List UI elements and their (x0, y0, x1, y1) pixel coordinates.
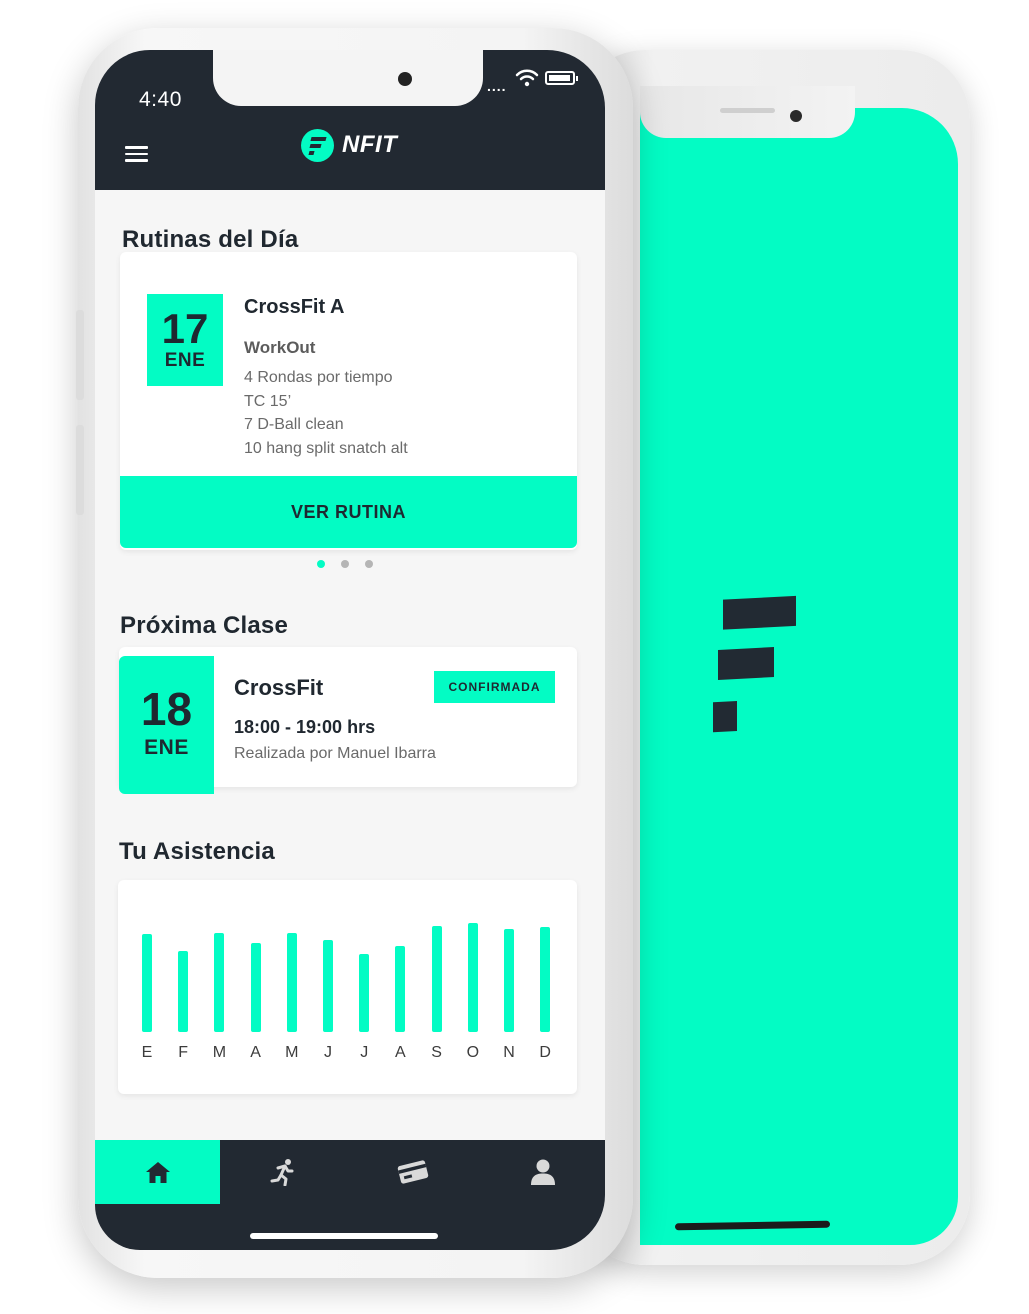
home-icon (145, 1162, 170, 1183)
nav-home[interactable] (95, 1140, 220, 1204)
attendance-title: Tu Asistencia (119, 838, 275, 865)
carousel-pager (317, 560, 373, 568)
attendance-bar (359, 953, 370, 1032)
routine-line: 7 D-Ball clean (244, 416, 344, 433)
month-label: E (141, 1044, 153, 1061)
nfit-brand-icon (301, 128, 334, 162)
next-class-title: Próxima Clase (120, 612, 289, 639)
class-month: ENE (144, 736, 189, 759)
attendance-bar (214, 933, 225, 1032)
nfit-logo-icon (705, 587, 805, 742)
nav-payments[interactable] (350, 1140, 475, 1204)
routine-line: TC 15’ (244, 392, 292, 410)
attendance-bar (504, 929, 514, 1032)
home-indicator (250, 1233, 438, 1239)
routine-line: 4 Rondas por tiempo (244, 369, 393, 386)
front-camera (398, 72, 412, 86)
attendance-bar (467, 923, 478, 1032)
next-class-card[interactable]: 18 ENE CrossFit CONFIRMADA 18:00 - 19:00… (119, 647, 577, 794)
status-time: 4:40 (139, 88, 182, 111)
routines-title: Rutinas del Día (122, 226, 299, 253)
running-icon (270, 1159, 293, 1186)
class-instructor: Realizada por Manuel Ibarra (234, 745, 436, 762)
month-label: N (503, 1044, 515, 1061)
attendance-bar (431, 926, 442, 1032)
back-phone-speaker (720, 108, 775, 113)
app-screen: 4:40 .... NFIT Rutinas del Día 17 ENE Cr… (95, 50, 605, 1250)
pager-dot[interactable] (365, 560, 373, 568)
volume-up-button (76, 310, 84, 400)
month-label: M (285, 1044, 299, 1061)
brand-name: NFIT (342, 131, 398, 158)
brand-logo: NFIT (301, 128, 397, 162)
routine-description: 4 Rondas por tiempo TC 15’ 7 D-Ball clea… (244, 366, 408, 460)
attendance-bars: EFMAMJJASOND (142, 920, 562, 1061)
hamburger-menu-icon[interactable] (125, 146, 148, 162)
month-label: F (178, 1044, 189, 1061)
phone-notch (213, 50, 483, 106)
view-routine-button[interactable]: VER RUTINA (120, 476, 577, 548)
attendance-bar (540, 927, 551, 1032)
wifi-icon (515, 69, 539, 87)
status-badge: CONFIRMADA (434, 671, 555, 703)
nav-profile[interactable] (480, 1140, 605, 1204)
routine-name: CrossFit A (244, 296, 345, 318)
attendance-bar (178, 950, 189, 1032)
routine-line: 10 hang split snatch alt (244, 439, 408, 457)
volume-down-button (76, 425, 84, 515)
month-label: O (466, 1044, 480, 1061)
class-name: CrossFit (234, 675, 324, 700)
attendance-bar (323, 940, 333, 1032)
month-label: J (360, 1044, 369, 1061)
user-icon (530, 1159, 555, 1185)
routine-day: 17 (161, 305, 209, 352)
nav-workout[interactable] (220, 1140, 345, 1204)
pager-dot[interactable] (341, 560, 349, 568)
month-label: S (431, 1044, 442, 1061)
month-label: D (539, 1044, 551, 1061)
class-date-badge: 18 ENE (119, 656, 214, 794)
class-time: 18:00 - 19:00 hrs (234, 717, 376, 737)
routine-subtitle: WorkOut (244, 338, 316, 357)
month-label: A (250, 1044, 261, 1061)
routine-date-badge: 17 ENE (147, 294, 223, 386)
battery-icon (545, 71, 578, 85)
month-label: A (395, 1044, 406, 1061)
month-label: M (212, 1044, 227, 1061)
pager-dot[interactable] (317, 560, 325, 568)
attendance-bar (142, 934, 152, 1032)
month-label: J (324, 1044, 332, 1061)
status-icons: .... (487, 68, 587, 94)
signal-icon: .... (487, 78, 507, 94)
attendance-bar (250, 943, 261, 1032)
card-icon (397, 1160, 428, 1184)
attendance-bar (395, 946, 406, 1032)
class-day: 18 (140, 683, 193, 735)
routine-month: ENE (164, 350, 206, 371)
back-phone-camera (790, 110, 802, 122)
attendance-chart: EFMAMJJASOND (118, 880, 577, 1094)
attendance-bar (286, 933, 297, 1032)
